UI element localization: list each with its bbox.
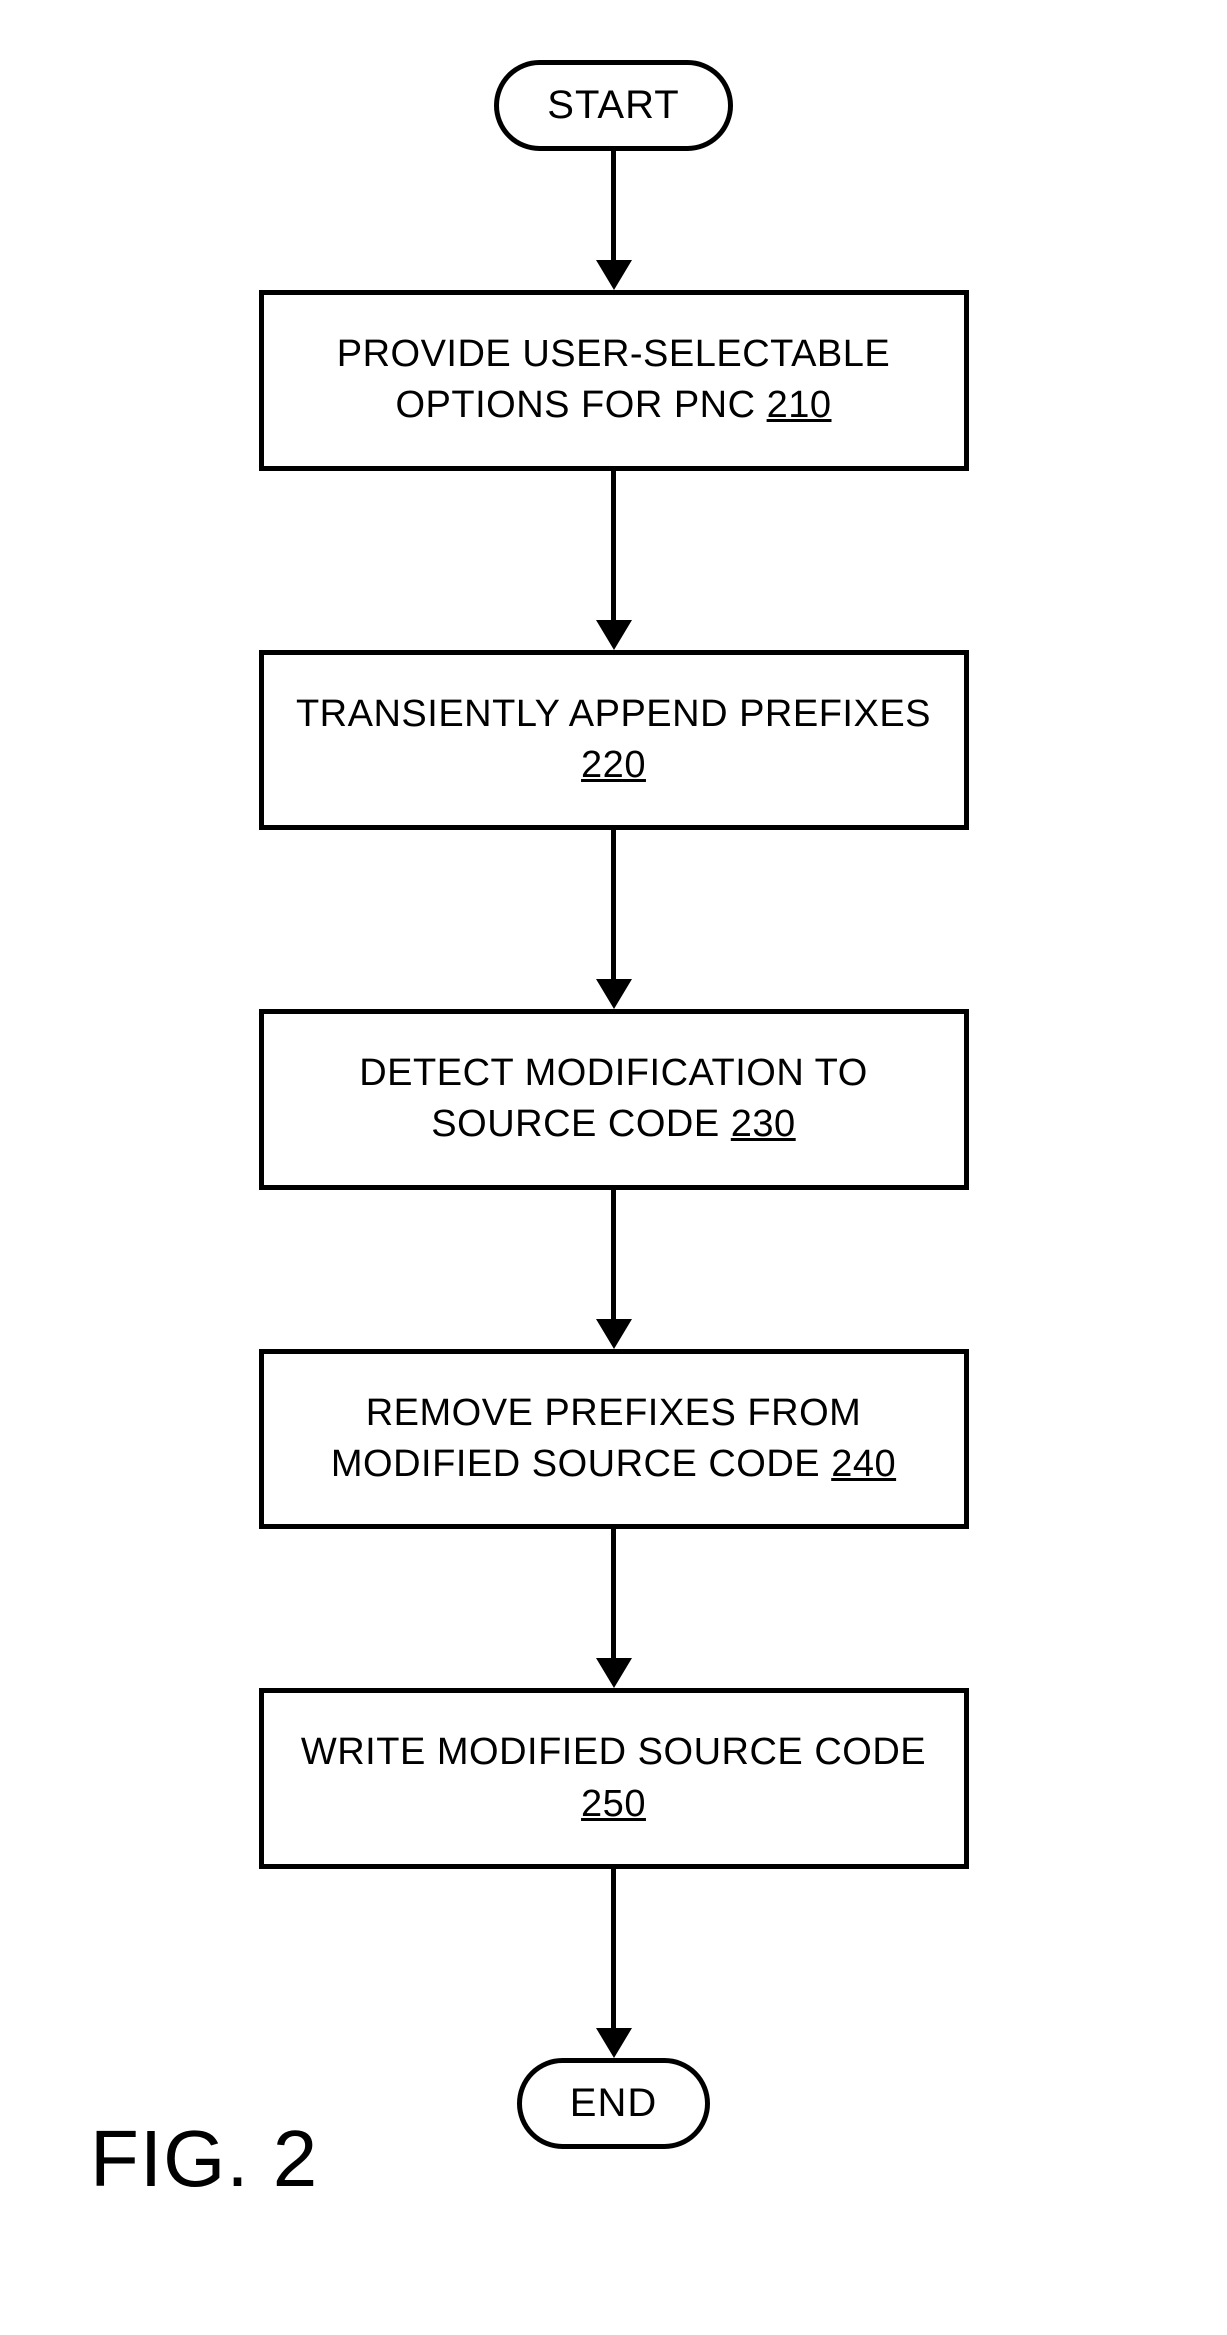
process-230-ref: 230 bbox=[731, 1103, 796, 1145]
process-210: PROVIDE USER-SELECTABLE OPTIONS FOR PNC … bbox=[259, 290, 969, 471]
arrow-230-to-240 bbox=[596, 1190, 632, 1349]
page: START PROVIDE USER-SELECTABLE OPTIONS FO… bbox=[0, 0, 1227, 2335]
figure-caption: FIG. 2 bbox=[90, 2113, 318, 2205]
process-220-text: TRANSIENTLY APPEND PREFIXES bbox=[296, 693, 931, 735]
process-230: DETECT MODIFICATION TO SOURCE CODE 230 bbox=[259, 1009, 969, 1190]
process-240-text: REMOVE PREFIXES FROM MODIFIED SOURCE COD… bbox=[331, 1392, 861, 1485]
flowchart: START PROVIDE USER-SELECTABLE OPTIONS FO… bbox=[264, 60, 964, 2149]
start-terminator: START bbox=[494, 60, 732, 151]
arrow-240-to-250 bbox=[596, 1529, 632, 1688]
process-220: TRANSIENTLY APPEND PREFIXES 220 bbox=[259, 650, 969, 831]
start-label: START bbox=[547, 83, 679, 127]
arrow-220-to-230 bbox=[596, 830, 632, 1009]
process-250-ref: 250 bbox=[581, 1783, 646, 1825]
arrow-start-to-210 bbox=[596, 151, 632, 290]
process-240-ref: 240 bbox=[831, 1443, 896, 1485]
figure-caption-text: FIG. 2 bbox=[90, 2114, 318, 2203]
process-220-ref: 220 bbox=[581, 744, 646, 786]
process-210-ref: 210 bbox=[767, 384, 832, 426]
end-label: END bbox=[570, 2081, 657, 2125]
process-250: WRITE MODIFIED SOURCE CODE 250 bbox=[259, 1688, 969, 1869]
arrow-250-to-end bbox=[596, 1869, 632, 2058]
process-240: REMOVE PREFIXES FROM MODIFIED SOURCE COD… bbox=[259, 1349, 969, 1530]
process-250-text: WRITE MODIFIED SOURCE CODE bbox=[301, 1731, 926, 1773]
end-terminator: END bbox=[517, 2058, 710, 2149]
arrow-210-to-220 bbox=[596, 471, 632, 650]
